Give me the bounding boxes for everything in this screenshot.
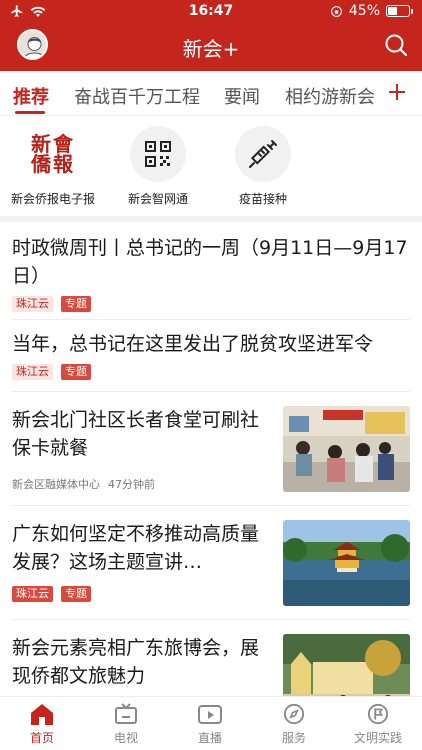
news-title: 新会元素亮相广东旅博会，展现侨都文旅魅力	[12, 637, 260, 687]
quick-entry-label: 疫苗接种	[238, 192, 287, 206]
news-item[interactable]: 广东如何坚定不移推动高质量发展？这场主题宣讲… 珠江云 专题	[12, 506, 410, 620]
nav-civilization[interactable]: 文明实践	[348, 703, 408, 746]
quick-entry-label: 新会侨报电子报	[10, 192, 95, 206]
compass-icon	[283, 703, 305, 725]
channel-tabs: 推荐 奋战百千万工程 要闻 相约游新会	[0, 71, 422, 116]
orientation-lock-icon	[330, 5, 342, 17]
live-icon	[198, 705, 222, 724]
tab-travel[interactable]: 相约游新会	[285, 83, 375, 109]
news-source: 新会区融媒体中心	[12, 478, 100, 491]
quick-entry-epaper[interactable]: 新會僑報 新会侨报电子报	[3, 126, 103, 207]
plus-icon	[389, 84, 405, 100]
nav-service[interactable]: 服务	[264, 703, 324, 746]
nav-home[interactable]: 首页	[12, 703, 72, 746]
quick-entry-label: 新会智网通	[127, 192, 188, 206]
news-meta: 珠江云 专题	[12, 364, 410, 380]
status-bar: 16:47 45%	[0, 0, 422, 24]
newspaper-logo: 新會僑報	[31, 132, 75, 176]
nav-label: 电视	[113, 731, 138, 745]
quick-entries: 新會僑報 新会侨报电子报 新会智网通 疫苗接种	[0, 116, 422, 216]
status-right: 45%	[330, 3, 413, 19]
nav-tv[interactable]: 电视	[96, 703, 156, 746]
news-title: 时政微周刊丨总书记的一周（9月11日—9月17日）	[12, 237, 408, 287]
topic-tag: 专题	[61, 586, 91, 602]
tab-recommend[interactable]: 推荐	[13, 83, 49, 109]
news-item[interactable]: 新会北门社区长者食堂可刷社保卡就餐 新会区融媒体中心 47分钟前	[12, 392, 410, 506]
source-tag: 珠江云	[12, 586, 53, 602]
news-item[interactable]: 当年，总书记在这里发出了脱贫攻坚进军令 珠江云 专题	[12, 320, 410, 392]
bottom-nav: 首页 电视 直播 服务 文明实践	[0, 696, 422, 750]
news-title: 新会北门社区长者食堂可刷社保卡就餐	[12, 409, 260, 459]
battery-fill	[388, 7, 397, 15]
pavilion-lake-photo	[283, 520, 410, 606]
source-tag: 珠江云	[12, 296, 53, 312]
newspaper-logo-icon: 新會僑報	[25, 126, 81, 182]
home-icon	[31, 704, 53, 725]
source-tag: 珠江云	[12, 364, 53, 380]
battery-percent: 45%	[348, 3, 380, 19]
add-channel-button[interactable]	[386, 79, 408, 105]
battery-icon	[386, 5, 413, 17]
tab-news[interactable]: 要闻	[224, 83, 260, 109]
news-title: 当年，总书记在这里发出了脱贫攻坚进军令	[12, 333, 374, 355]
nav-label: 服务	[281, 731, 306, 745]
news-item[interactable]: 新会元素亮相广东旅博会，展现侨都文旅魅力	[12, 620, 410, 720]
canteen-photo	[283, 406, 410, 492]
quick-entry-smartnet[interactable]: 新会智网通	[108, 126, 208, 207]
search-icon	[385, 34, 408, 57]
news-time: 47分钟前	[108, 478, 155, 491]
nav-label: 文明实践	[353, 731, 402, 745]
search-button[interactable]	[384, 33, 408, 57]
active-tab-indicator	[15, 111, 45, 114]
quick-entry-vaccine[interactable]: 疫苗接种	[213, 126, 313, 207]
topic-tag: 专题	[61, 296, 91, 312]
news-title: 广东如何坚定不移推动高质量发展？这场主题宣讲…	[12, 523, 260, 573]
news-item[interactable]: 时政微周刊丨总书记的一周（9月11日—9月17日） 珠江云 专题	[12, 222, 410, 320]
qr-code-icon	[130, 126, 186, 182]
nav-label: 直播	[197, 731, 222, 745]
syringe-icon	[235, 126, 291, 182]
flag-icon	[367, 703, 389, 725]
app-title: 新会+	[182, 37, 240, 61]
topic-tag: 专题	[61, 364, 91, 380]
tv-icon	[115, 703, 137, 724]
top-header: 16:47 45% 新会+	[0, 0, 422, 71]
news-meta: 珠江云 专题	[12, 296, 410, 312]
nav-live[interactable]: 直播	[180, 703, 240, 746]
tab-project[interactable]: 奋战百千万工程	[74, 83, 200, 109]
nav-label: 首页	[29, 731, 54, 745]
